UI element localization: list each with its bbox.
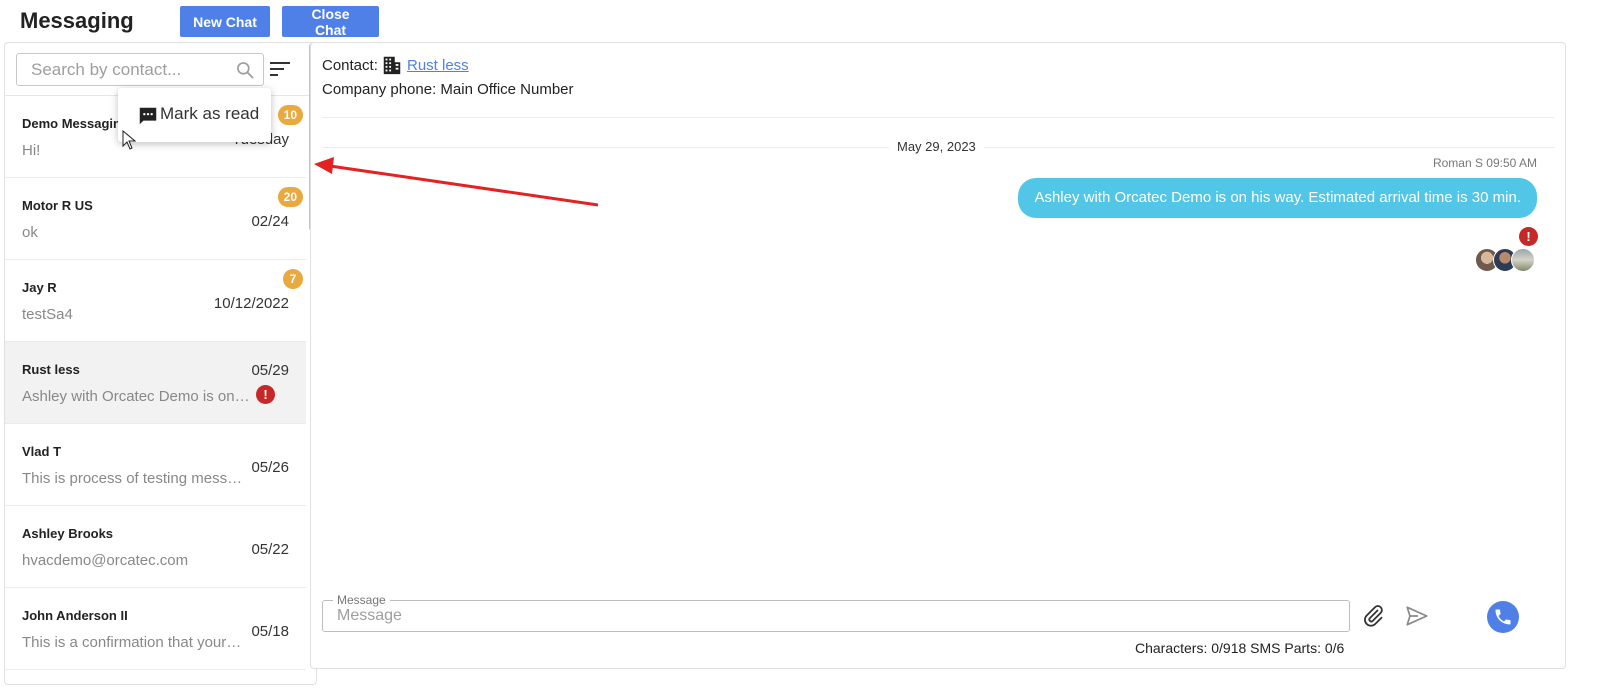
date-separator-label: May 29, 2023 [889, 139, 984, 154]
conversation-date: 05/26 [251, 459, 289, 476]
contact-link[interactable]: Rust less [407, 57, 469, 74]
conversation-preview: This is process of testing messaging [22, 470, 248, 487]
conversation-item-rust-less[interactable]: Rust less Ashley with Orcatec Demo is on… [5, 342, 306, 424]
mouse-cursor-icon [122, 130, 136, 150]
message-field[interactable]: Message [322, 593, 1350, 632]
conversation-date: 02/24 [251, 213, 289, 230]
new-chat-button[interactable]: New Chat [180, 6, 270, 37]
error-icon: ! [256, 385, 275, 404]
message-input[interactable] [323, 601, 1349, 631]
conversation-preview: Hi! [22, 142, 41, 159]
paperclip-icon[interactable] [1361, 603, 1385, 629]
message-error-icon[interactable]: ! [1519, 227, 1538, 246]
chat-panel: Contact: Rust less Company phone: Main O… [310, 42, 1566, 669]
send-icon[interactable] [1403, 603, 1431, 629]
phone-icon [1495, 609, 1511, 625]
conversation-date: 10/12/2022 [213, 295, 289, 312]
search-box[interactable] [16, 53, 264, 86]
conversation-name: John Anderson II [22, 608, 128, 623]
conversation-name: Ashley Brooks [22, 526, 114, 541]
outgoing-message-bubble: Ashley with Orcatec Demo is on his way. … [1018, 178, 1537, 218]
avatar [1511, 248, 1535, 272]
sort-icon[interactable] [269, 59, 291, 79]
contact-row: Contact: [322, 56, 401, 75]
message-sender-time: Roman S 09:50 AM [1432, 156, 1537, 170]
unread-badge: 7 [283, 269, 303, 289]
conversation-date: 05/22 [251, 541, 289, 558]
message-dots-icon [139, 107, 157, 125]
conversation-preview: testSa4 [22, 306, 73, 323]
conversation-item-ashley-brooks[interactable]: Ashley Brooks hvacdemo@orcatec.com 05/22 [5, 506, 306, 588]
conversation-item-jay-r[interactable]: Jay R testSa4 10/12/2022 7 [5, 260, 306, 342]
mark-as-read-menu-item[interactable]: Mark as read [118, 88, 271, 142]
contact-label: Contact: [322, 57, 378, 74]
conversation-item-john-anderson-ii[interactable]: John Anderson II This is a confirmation … [5, 588, 306, 670]
conversation-preview: This is a confirmation that your upcomin… [22, 634, 242, 651]
company-phone: Company phone: Main Office Number [322, 81, 574, 98]
unread-badge: 20 [277, 187, 303, 207]
page-title: Messaging [20, 8, 134, 33]
close-chat-button[interactable]: Close Chat [282, 6, 379, 38]
conversation-preview: ok [22, 224, 38, 241]
call-button[interactable] [1487, 601, 1519, 633]
conversation-item-motor-r-us[interactable]: Motor R US ok 02/24 20 [5, 178, 306, 260]
conversation-date: 05/18 [251, 623, 289, 640]
conversation-preview: Ashley with Orcatec Demo is on his way. … [22, 388, 250, 405]
conversation-name: Jay R [22, 280, 57, 295]
conversation-list: Demo Messaging Hi! Tuesday 10 Motor R US… [5, 96, 316, 684]
read-by-avatars [1475, 248, 1537, 274]
messaging-app: Messaging New Chat Close Chat Demo Messa… [0, 0, 1600, 693]
unread-badge: 10 [277, 105, 303, 125]
conversation-name: Motor R US [22, 198, 93, 213]
building-icon [383, 56, 401, 75]
conversation-date: 05/29 [251, 362, 289, 379]
sms-counter: Characters: 0/918 SMS Parts: 0/6 [1135, 640, 1345, 656]
conversation-item-vlad-t[interactable]: Vlad T This is process of testing messag… [5, 424, 306, 506]
header-divider [322, 117, 1554, 118]
mark-as-read-label: Mark as read [160, 104, 260, 123]
conversation-name: Demo Messaging [22, 116, 129, 131]
conversation-name: Vlad T [22, 444, 62, 459]
search-input[interactable] [17, 54, 227, 85]
conversation-name: Rust less [22, 362, 80, 377]
conversation-preview: hvacdemo@orcatec.com [22, 552, 189, 569]
search-icon[interactable] [235, 60, 255, 80]
